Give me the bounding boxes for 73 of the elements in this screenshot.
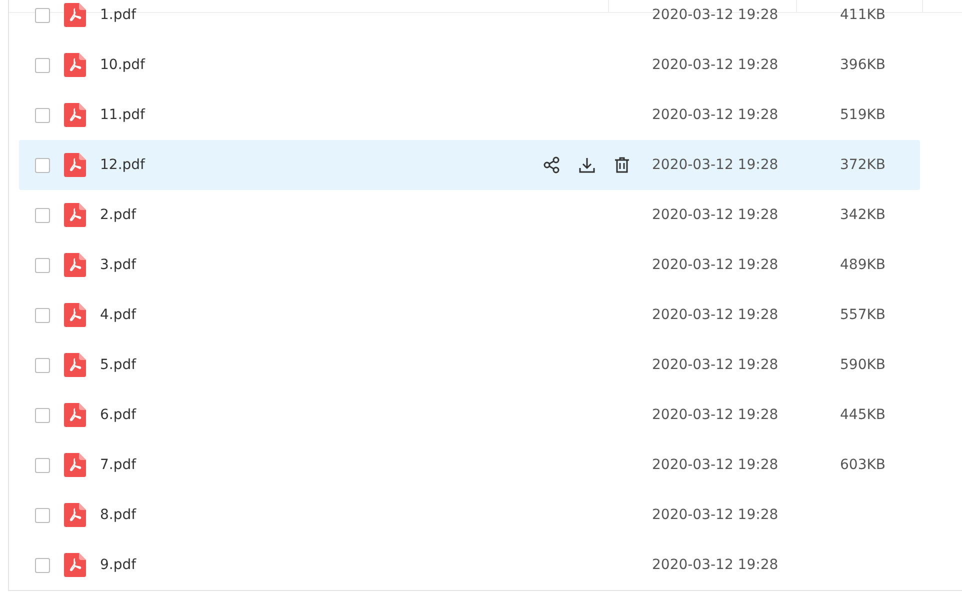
checkbox[interactable] bbox=[35, 308, 50, 322]
modified-date: 2020-03-12 19:28 bbox=[652, 407, 780, 423]
file-size: 603KB bbox=[840, 457, 887, 473]
modified-date: 2020-03-12 19:28 bbox=[652, 507, 780, 523]
checkbox[interactable] bbox=[35, 58, 50, 72]
pdf-file-icon bbox=[64, 203, 86, 227]
pdf-file-icon bbox=[64, 53, 86, 77]
checkbox[interactable] bbox=[35, 408, 50, 422]
file-row[interactable]: 4.pdf 2020-03-12 19:28 557KB bbox=[19, 290, 920, 340]
file-row[interactable]: 3.pdf 2020-03-12 19:28 489KB bbox=[19, 240, 920, 290]
checkbox[interactable] bbox=[35, 508, 50, 522]
modified-date: 2020-03-12 19:28 bbox=[652, 57, 780, 73]
pdf-file-icon bbox=[64, 103, 86, 127]
file-row[interactable]: 9.pdf 2020-03-12 19:28 bbox=[19, 540, 920, 590]
file-size: 489KB bbox=[840, 257, 887, 273]
pdf-file-icon bbox=[64, 353, 86, 377]
file-size: 557KB bbox=[840, 307, 887, 323]
file-name: 6.pdf bbox=[100, 407, 138, 423]
checkbox[interactable] bbox=[35, 258, 50, 272]
file-size: 396KB bbox=[840, 57, 887, 73]
file-size: 372KB bbox=[840, 157, 887, 173]
pdf-file-icon bbox=[64, 153, 86, 177]
pdf-file-icon bbox=[64, 3, 86, 27]
file-row[interactable]: 10.pdf 2020-03-12 19:28 396KB bbox=[19, 40, 920, 90]
checkbox[interactable] bbox=[35, 8, 50, 22]
file-name: 3.pdf bbox=[100, 257, 138, 273]
checkbox[interactable] bbox=[35, 458, 50, 472]
share-icon[interactable] bbox=[543, 156, 561, 174]
checkbox[interactable] bbox=[35, 358, 50, 372]
checkbox[interactable] bbox=[35, 208, 50, 222]
file-size: 342KB bbox=[840, 207, 887, 223]
file-name: 1.pdf bbox=[100, 7, 138, 23]
modified-date: 2020-03-12 19:28 bbox=[652, 107, 780, 123]
pdf-file-icon bbox=[64, 503, 86, 527]
file-name: 12.pdf bbox=[100, 157, 146, 173]
delete-icon[interactable] bbox=[613, 156, 631, 174]
file-name: 8.pdf bbox=[100, 507, 138, 523]
modified-date: 2020-03-12 19:28 bbox=[652, 457, 780, 473]
file-name: 2.pdf bbox=[100, 207, 138, 223]
file-name: 7.pdf bbox=[100, 457, 138, 473]
file-row[interactable]: 6.pdf 2020-03-12 19:28 445KB bbox=[19, 390, 920, 440]
file-name: 5.pdf bbox=[100, 357, 138, 373]
file-name: 11.pdf bbox=[100, 107, 146, 123]
file-name: 4.pdf bbox=[100, 307, 138, 323]
pdf-file-icon bbox=[64, 303, 86, 327]
file-row[interactable]: 2.pdf 2020-03-12 19:28 342KB bbox=[19, 190, 920, 240]
modified-date: 2020-03-12 19:28 bbox=[652, 7, 780, 23]
file-row[interactable]: 11.pdf 2020-03-12 19:28 519KB bbox=[19, 90, 920, 140]
file-size: 411KB bbox=[840, 7, 887, 23]
pdf-file-icon bbox=[64, 553, 86, 577]
file-size: 445KB bbox=[840, 407, 887, 423]
file-name: 10.pdf bbox=[100, 57, 146, 73]
file-name: 9.pdf bbox=[100, 557, 138, 573]
file-row[interactable]: 7.pdf 2020-03-12 19:28 603KB bbox=[19, 440, 920, 490]
pdf-file-icon bbox=[64, 253, 86, 277]
download-icon[interactable] bbox=[578, 156, 596, 174]
checkbox[interactable] bbox=[35, 158, 50, 172]
checkbox[interactable] bbox=[35, 108, 50, 122]
pdf-file-icon bbox=[64, 453, 86, 477]
file-row[interactable]: 8.pdf 2020-03-12 19:28 bbox=[19, 490, 920, 540]
modified-date: 2020-03-12 19:28 bbox=[652, 157, 780, 173]
modified-date: 2020-03-12 19:28 bbox=[652, 307, 780, 323]
checkbox[interactable] bbox=[35, 558, 50, 572]
file-row[interactable]: 1.pdf 2020-03-12 19:28 411KB bbox=[19, 0, 920, 40]
file-row[interactable]: 12.pdf 2020-03-12 19:28 372KB bbox=[19, 140, 920, 190]
modified-date: 2020-03-12 19:28 bbox=[652, 257, 780, 273]
modified-date: 2020-03-12 19:28 bbox=[652, 557, 780, 573]
modified-date: 2020-03-12 19:28 bbox=[652, 357, 780, 373]
file-row[interactable]: 5.pdf 2020-03-12 19:28 590KB bbox=[19, 340, 920, 390]
pdf-file-icon bbox=[64, 403, 86, 427]
file-size: 519KB bbox=[840, 107, 887, 123]
file-size: 590KB bbox=[840, 357, 887, 373]
modified-date: 2020-03-12 19:28 bbox=[652, 207, 780, 223]
